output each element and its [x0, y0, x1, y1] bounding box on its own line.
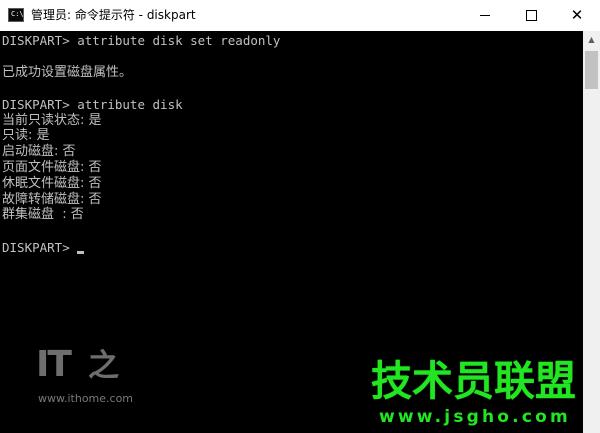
ithome-logo-char: 之: [88, 348, 119, 384]
console-line-command-set-readonly: DISKPART> attribute disk set readonly: [2, 33, 281, 48]
maximize-button[interactable]: [508, 0, 554, 31]
cmd-console-icon[interactable]: C:\: [8, 8, 24, 22]
close-icon: ✕: [570, 6, 584, 24]
console-line-cluster-disk: 群集磁盘 : 否: [2, 207, 84, 222]
text-cursor: [77, 251, 85, 254]
close-button[interactable]: ✕: [554, 0, 600, 31]
vertical-scrollbar[interactable]: ▲: [583, 31, 600, 433]
console-line-boot-disk: 启动磁盘: 否: [2, 144, 76, 159]
console-line-readonly: 只读: 是: [2, 128, 50, 143]
jsgho-url-watermark: www.jsgho.com: [379, 407, 571, 427]
scroll-up-arrow-icon[interactable]: ▲: [583, 31, 600, 48]
console-prompt: DISKPART>: [2, 240, 78, 255]
console-line-hibernation-disk: 休眠文件磁盘: 否: [2, 176, 102, 191]
minimize-button[interactable]: [462, 0, 508, 31]
console-line-crashdump-disk: 故障转储磁盘: 否: [2, 192, 102, 207]
console-line-success-message: 已成功设置磁盘属性。: [2, 65, 133, 80]
console-prompt-line[interactable]: DISKPART>: [2, 240, 85, 256]
console-line-command-attribute-disk: DISKPART> attribute disk: [2, 97, 183, 112]
console-line-pagefile-disk: 页面文件磁盘: 否: [2, 160, 102, 175]
window-title: 管理员: 命令提示符 - diskpart: [31, 8, 196, 22]
maximize-icon: [525, 10, 537, 21]
ithome-logo-it: IT: [36, 344, 72, 385]
minimize-icon: [480, 15, 490, 16]
title-bar[interactable]: C:\ 管理员: 命令提示符 - diskpart ✕: [0, 0, 600, 31]
scrollbar-thumb[interactable]: [585, 51, 598, 89]
cmd-icon-glyph: C:\: [11, 10, 24, 18]
command-prompt-window: C:\ 管理员: 命令提示符 - diskpart ✕ DISKPART> at…: [0, 0, 600, 433]
jsgho-brand-watermark: 技术员联盟: [371, 357, 576, 405]
console-line-current-readonly: 当前只读状态: 是: [2, 113, 102, 128]
ithome-url-watermark: www.ithome.com: [38, 392, 134, 405]
